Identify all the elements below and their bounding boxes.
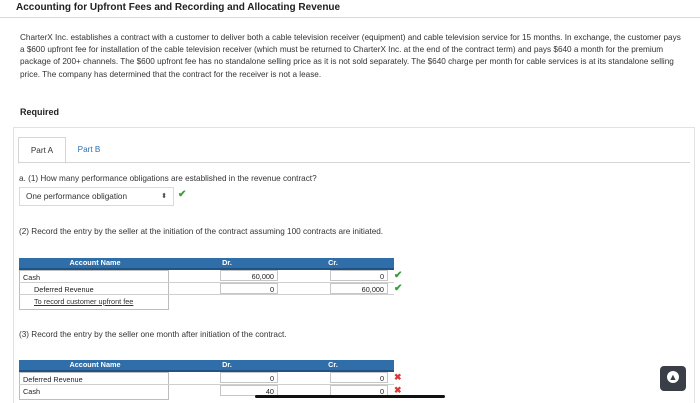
home-indicator-bar [255,395,445,398]
credit-input[interactable]: 60,000 [330,283,388,294]
entry-table-2-header: Account Name Dr. Cr. [19,360,394,372]
account-cell[interactable]: Cash [23,273,40,282]
tab-part-a[interactable]: Part A [18,137,66,164]
tab-divider [18,162,690,163]
debit-input[interactable]: 0 [220,372,278,383]
question-1-prompt: a. (1) How many performance obligations … [19,174,317,183]
debit-input[interactable]: 60,000 [220,270,278,281]
account-cell[interactable]: Deferred Revenue [23,375,83,384]
scroll-to-top-button[interactable]: ▲ [660,366,686,391]
col-credit: Cr. [328,360,338,369]
check-icon: ✔ [394,283,403,294]
credit-input[interactable]: 0 [330,270,388,281]
account-cell[interactable]: Deferred Revenue [34,285,94,294]
question-2-prompt: (2) Record the entry by the seller at th… [19,227,384,236]
account-cell[interactable]: Cash [23,387,40,396]
tab-part-b[interactable]: Part B [70,137,108,162]
entry-table-1-accounts: Cash Deferred Revenue To record customer… [19,270,169,310]
question-3-prompt: (3) Record the entry by the seller one m… [19,330,287,339]
col-account-name: Account Name [69,258,121,267]
col-debit: Dr. [222,360,232,369]
select-arrow-icon: ⬍ [161,193,167,200]
required-label: Required [20,107,60,117]
select-value: One performance obligation [26,192,128,201]
row-divider [19,294,394,295]
arrow-up-icon: ▲ [667,371,679,383]
problem-description: CharterX Inc. establishes a contract wit… [20,33,681,79]
memo-text[interactable]: To record customer upfront fee [34,297,133,306]
performance-obligation-select[interactable]: One performance obligation ⬍ [19,187,174,206]
credit-input[interactable]: 0 [330,372,388,383]
page-title: Accounting for Upfront Fees and Recordin… [16,2,341,13]
check-icon: ✔ [394,270,403,281]
col-account-name: Account Name [69,360,121,369]
cross-icon: ✖ [394,372,402,382]
entry-table-2-accounts: Deferred Revenue Cash [19,372,169,400]
title-bar: Accounting for Upfront Fees and Recordin… [0,0,700,18]
col-debit: Dr. [222,258,232,267]
entry-table-1-header: Account Name Dr. Cr. [19,258,394,270]
debit-input[interactable]: 0 [220,283,278,294]
col-credit: Cr. [328,258,338,267]
check-icon: ✔ [178,189,187,200]
